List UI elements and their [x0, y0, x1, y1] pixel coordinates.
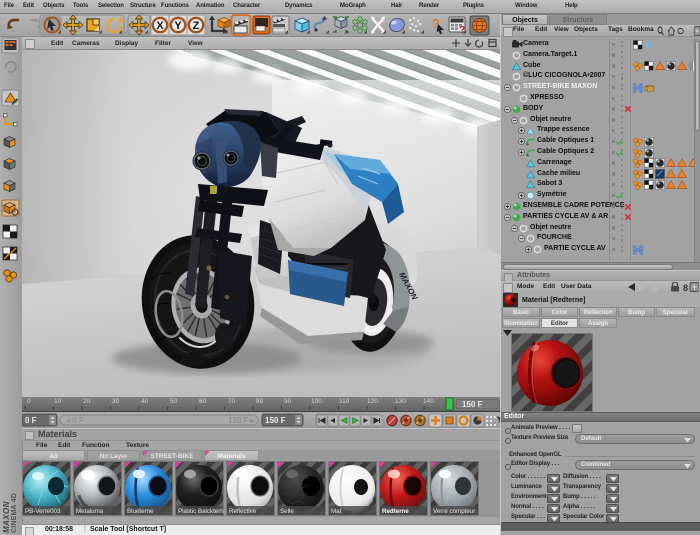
svg-text:150 F: 150 F — [462, 400, 483, 409]
svg-text:Metaluma: Metaluma — [76, 508, 104, 515]
svg-text:150 F ▸: 150 F ▸ — [228, 416, 256, 425]
svg-text:◂ 0 F: ◂ 0 F — [65, 416, 84, 425]
svg-text:Reflective: Reflective — [229, 508, 257, 515]
svg-text:PB-Verre003: PB-Verre003 — [25, 508, 61, 515]
svg-text:?: ? — [459, 25, 465, 36]
svg-text:Plastic Balcktern: Plastic Balcktern — [178, 508, 224, 515]
svg-text:Z: Z — [193, 20, 200, 32]
svg-text:X: X — [156, 20, 164, 32]
svg-text:Redterne: Redterne — [382, 508, 409, 515]
svg-text:Y: Y — [174, 20, 182, 32]
svg-text:0 F: 0 F — [25, 416, 37, 425]
svg-text:Selle: Selle — [280, 508, 294, 515]
svg-text:Verre compteur: Verre compteur — [433, 508, 475, 515]
svg-text:150 F: 150 F — [265, 416, 286, 425]
svg-text:8: 8 — [683, 283, 688, 292]
svg-text:Blueterne: Blueterne — [127, 508, 154, 515]
svg-text:Mat: Mat — [331, 508, 342, 515]
